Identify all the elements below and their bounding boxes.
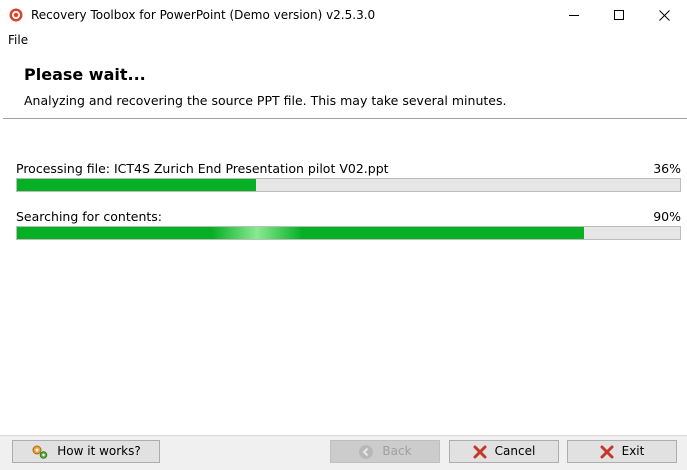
gears-icon — [31, 444, 49, 460]
menu-bar: File — [0, 30, 687, 50]
exit-button[interactable]: Exit — [567, 440, 677, 463]
wizard-header: Please wait... Analyzing and recovering … — [0, 50, 687, 118]
how-it-works-button[interactable]: How it works? — [12, 440, 160, 463]
cancel-button[interactable]: Cancel — [449, 440, 559, 463]
processing-file-progress-fill — [17, 179, 256, 191]
searching-contents-progressbar — [16, 226, 681, 240]
back-arrow-icon — [358, 444, 374, 460]
minimize-icon — [569, 15, 579, 16]
page-subtitle: Analyzing and recovering the source PPT … — [24, 93, 507, 108]
app-window: Recovery Toolbox for PowerPoint (Demo ve… — [0, 0, 687, 470]
page-title: Please wait... — [24, 65, 146, 84]
window-title: Recovery Toolbox for PowerPoint (Demo ve… — [31, 8, 376, 22]
minimize-button[interactable] — [551, 0, 597, 30]
exit-label: Exit — [621, 444, 645, 458]
back-label: Back — [382, 444, 412, 458]
processing-file-progressbar — [16, 178, 681, 192]
searching-contents-label: Searching for contents: — [16, 209, 162, 224]
close-icon — [658, 9, 670, 21]
maximize-icon — [614, 10, 624, 20]
close-window-button[interactable] — [641, 0, 687, 30]
back-button[interactable]: Back — [330, 440, 440, 463]
app-logo-icon — [9, 8, 23, 22]
cancel-x-icon — [473, 445, 487, 459]
processing-file-label: Processing file: ICT4S Zurich End Presen… — [16, 161, 389, 176]
how-it-works-label: How it works? — [57, 444, 141, 458]
maximize-button[interactable] — [596, 0, 642, 30]
wizard-body: Processing file: ICT4S Zurich End Presen… — [0, 120, 687, 435]
searching-contents-percent: 90% — [653, 209, 681, 224]
processing-file-percent: 36% — [653, 161, 681, 176]
exit-x-icon — [600, 445, 614, 459]
title-bar[interactable]: Recovery Toolbox for PowerPoint (Demo ve… — [0, 0, 687, 30]
footer-divider — [0, 435, 687, 436]
cancel-label: Cancel — [494, 444, 536, 458]
menu-item-file[interactable]: File — [8, 32, 28, 48]
wizard-footer: How it works? Back Cancel Exit — [0, 435, 687, 470]
progress-shine — [212, 227, 302, 239]
